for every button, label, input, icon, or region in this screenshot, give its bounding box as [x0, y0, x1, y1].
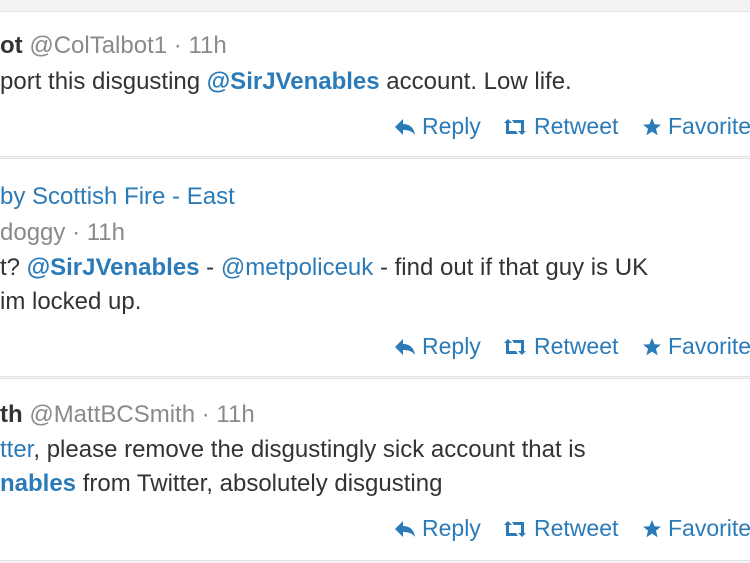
- tweet-text: port this disgusting @SirJVenables accou…: [0, 67, 572, 97]
- text-segment: -: [199, 254, 221, 281]
- retweeted-by-link[interactable]: by Scottish Fire - East: [0, 183, 235, 210]
- retweet-label: Retweet: [534, 333, 619, 359]
- tweet-timestamp[interactable]: 11h: [87, 219, 125, 246]
- retweet-label: Retweet: [534, 113, 619, 139]
- star-icon: [643, 519, 661, 537]
- text-segment: from Twitter, absolutely disgusting: [76, 470, 443, 497]
- text-segment: - find out if that guy is UK: [373, 254, 649, 281]
- tweet-timestamp[interactable]: 11h: [216, 401, 254, 428]
- retweet-label: Retweet: [534, 515, 619, 541]
- favorite-label: Favorite: [668, 113, 750, 139]
- favorite-button[interactable]: Favorite: [642, 333, 750, 360]
- reply-label: Reply: [422, 333, 481, 359]
- author-handle[interactable]: @ColTalbot1: [29, 32, 167, 59]
- retweet-button[interactable]: Retweet: [502, 515, 618, 542]
- author-name[interactable]: th: [0, 401, 23, 428]
- favorite-label: Favorite: [668, 515, 750, 541]
- retweet-button[interactable]: Retweet: [502, 113, 618, 140]
- retweet-context: by Scottish Fire - East: [0, 182, 235, 212]
- tweet-header: doggy · 11h: [0, 218, 125, 248]
- author-handle[interactable]: doggy: [0, 219, 65, 246]
- time-separator: ·: [173, 32, 182, 59]
- mention-link[interactable]: nables: [0, 470, 76, 497]
- mention-link[interactable]: @SirJVenables: [27, 254, 200, 281]
- text-segment: im locked up.: [0, 288, 142, 315]
- star-icon: [643, 117, 661, 135]
- tweet-timestamp[interactable]: 11h: [188, 32, 226, 59]
- retweet-button[interactable]: Retweet: [502, 333, 618, 360]
- time-separator: ·: [72, 219, 81, 246]
- author-name[interactable]: ot: [0, 32, 23, 59]
- tweet-text: nables from Twitter, absolutely disgusti…: [0, 469, 442, 499]
- reply-icon: [395, 520, 415, 537]
- tweet-text: tter, please remove the disgustingly sic…: [0, 435, 586, 465]
- tweet-actions: Reply Retweet Favorite: [394, 113, 750, 143]
- time-separator: ·: [201, 401, 210, 428]
- tweet-text: im locked up.: [0, 287, 141, 317]
- text-segment: account. Low life.: [379, 68, 572, 95]
- tweet-header: ot @ColTalbot1 · 11h: [0, 31, 227, 61]
- retweet-icon: [504, 520, 526, 537]
- mention-link[interactable]: @metpoliceuk: [221, 254, 373, 281]
- tweet-header: th @MattBCSmith · 11h: [0, 400, 255, 430]
- favorite-label: Favorite: [668, 333, 750, 359]
- tweet-actions: Reply Retweet Favorite: [394, 515, 750, 545]
- tweet-card[interactable]: by Scottish Fire - East doggy · 11h t? @…: [0, 158, 750, 377]
- text-segment: t?: [0, 254, 27, 281]
- retweet-icon: [504, 118, 526, 135]
- reply-icon: [395, 338, 415, 355]
- tweet-card[interactable]: ot @ColTalbot1 · 11h port this disgustin…: [0, 11, 750, 157]
- mention-link[interactable]: @SirJVenables: [207, 68, 380, 95]
- reply-icon: [395, 118, 415, 135]
- reply-button[interactable]: Reply: [394, 515, 481, 542]
- author-handle[interactable]: @MattBCSmith: [29, 401, 195, 428]
- tweet-text: t? @SirJVenables - @metpoliceuk - find o…: [0, 253, 648, 283]
- reply-button[interactable]: Reply: [394, 113, 481, 140]
- tweet-actions: Reply Retweet Favorite: [394, 333, 750, 363]
- text-segment: port this disgusting: [0, 68, 207, 95]
- favorite-button[interactable]: Favorite: [642, 515, 750, 542]
- text-segment: , please remove the disgustingly sick ac…: [33, 436, 586, 463]
- tweet-card[interactable]: th @MattBCSmith · 11h tter, please remov…: [0, 378, 750, 561]
- star-icon: [643, 337, 661, 355]
- favorite-button[interactable]: Favorite: [642, 113, 750, 140]
- reply-label: Reply: [422, 113, 481, 139]
- retweet-icon: [504, 338, 526, 355]
- reply-label: Reply: [422, 515, 481, 541]
- reply-button[interactable]: Reply: [394, 333, 481, 360]
- mention-link[interactable]: tter: [0, 436, 33, 463]
